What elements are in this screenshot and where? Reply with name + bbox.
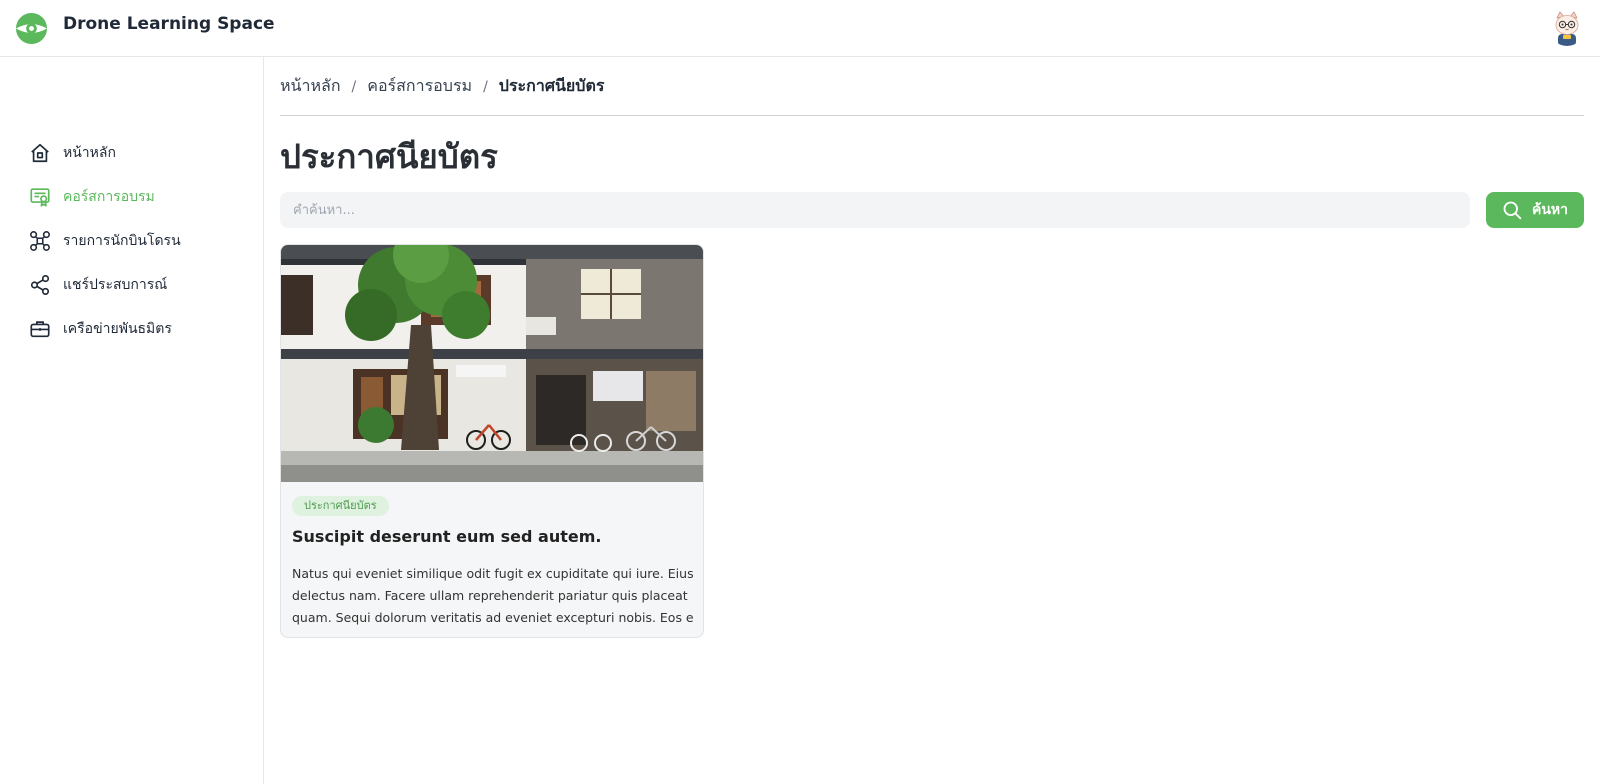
sidebar-item-home[interactable]: หน้าหลัก xyxy=(28,139,116,167)
sidebar-item-share-experience[interactable]: แชร์ประสบการณ์ xyxy=(28,271,167,299)
card-description: Natus qui eveniet similique odit fugit e… xyxy=(292,563,694,629)
sidebar-item-label: หน้าหลัก xyxy=(63,145,116,161)
card-title[interactable]: Suscipit deserunt eum sed autem. xyxy=(292,527,601,546)
cat-avatar-icon xyxy=(1549,10,1585,46)
user-avatar[interactable] xyxy=(1549,10,1585,46)
drone-eye-logo-icon[interactable] xyxy=(15,12,48,45)
app-name[interactable]: Drone Learning Space xyxy=(63,14,275,34)
card-description-line: delectus nam. Facere ullam reprehenderit… xyxy=(292,588,688,603)
category-tag: ประกาศนียบัตร xyxy=(292,496,389,516)
breadcrumb-separator: / xyxy=(351,78,357,95)
breadcrumb-separator: / xyxy=(483,78,488,95)
sidebar-item-label: รายการนักบินโดรน xyxy=(63,233,181,249)
sidebar-item-label: แชร์ประสบการณ์ xyxy=(63,277,168,293)
certificate-icon xyxy=(28,185,52,209)
card-image xyxy=(281,245,703,482)
card-description-line: quam. Sequi dolorum veritatis ad eveniet… xyxy=(292,610,694,625)
top-bar: Drone Learning Space xyxy=(0,0,1600,57)
search-icon xyxy=(1503,201,1522,220)
sidebar-item-courses[interactable]: คอร์สการอบรม xyxy=(28,183,155,211)
sidebar: หน้าหลัก คอร์สการอบรม รายการนักบินโดรน แ… xyxy=(0,57,264,784)
breadcrumb-home-link[interactable]: หน้าหลัก xyxy=(280,74,341,99)
certificate-card[interactable]: ประกาศนียบัตร Suscipit deserunt eum sed … xyxy=(280,244,704,638)
home-icon xyxy=(28,141,52,165)
share-icon xyxy=(28,273,52,297)
breadcrumb-divider xyxy=(280,115,1584,116)
search-button-label: ค้นหา xyxy=(1531,202,1569,218)
page-title: ประกาศนียบัตร xyxy=(280,137,498,176)
search-input[interactable] xyxy=(280,192,1470,228)
breadcrumb-courses-link[interactable]: คอร์สการอบรม xyxy=(367,74,472,99)
drone-icon xyxy=(28,229,52,253)
sidebar-item-label: เครือข่ายพันธมิตร xyxy=(63,321,172,337)
sidebar-item-label: คอร์สการอบรม xyxy=(63,189,155,205)
card-description-line: Natus qui eveniet similique odit fugit e… xyxy=(292,566,694,581)
briefcase-icon xyxy=(28,317,52,341)
search-button[interactable]: ค้นหา xyxy=(1486,192,1584,228)
sidebar-item-partner-network[interactable]: เครือข่ายพันธมิตร xyxy=(28,315,172,343)
breadcrumb-current: ประกาศนียบัตร xyxy=(498,76,605,95)
sidebar-item-drone-pilots[interactable]: รายการนักบินโดรน xyxy=(28,227,181,255)
breadcrumb: หน้าหลัก / คอร์สการอบรม / ประกาศนียบัตร xyxy=(280,74,604,99)
